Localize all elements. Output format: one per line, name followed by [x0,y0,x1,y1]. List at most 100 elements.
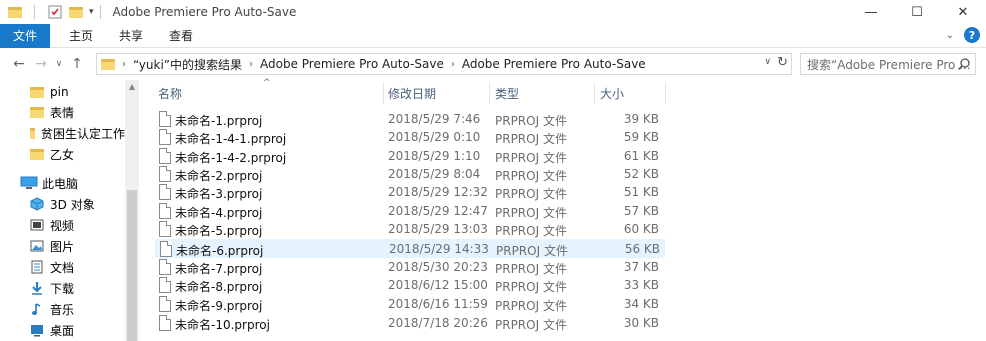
breadcrumb-folder-2[interactable]: Adobe Premiere Pro Auto-Save [462,57,646,71]
column-divider[interactable] [489,82,490,104]
search-placeholder: 搜索“Adobe Premiere Pro ... [807,57,971,72]
file-name: 未命名-8.prproj [175,280,263,294]
tab-view[interactable]: 查看 [156,27,206,44]
chevron-right-icon[interactable]: › [451,59,455,70]
sort-ascending-icon: ^ [263,78,271,88]
file-icon [159,166,171,182]
folder-icon [30,148,44,160]
nav-label: 图片 [50,239,75,254]
column-header-type[interactable]: 类型 [495,84,519,102]
file-date: 2018/5/30 20:23 [388,260,488,274]
file-row[interactable]: 未命名-8.prproj 2018/6/12 15:00 PRPROJ 文件 3… [155,276,665,295]
file-row[interactable]: 未命名-1-4-2.prproj 2018/5/29 1:10 PRPROJ 文… [155,147,665,166]
file-size: 37 KB [623,260,659,274]
file-row[interactable]: 未命名-5.prproj 2018/5/29 13:03 PRPROJ 文件 6… [155,220,665,239]
file-date: 2018/5/29 12:47 [388,204,488,218]
chevron-right-icon[interactable]: › [122,59,126,70]
file-row[interactable]: 未命名-4.prproj 2018/5/29 12:47 PRPROJ 文件 5… [155,202,665,221]
chevron-right-icon[interactable]: › [249,59,253,70]
column-divider[interactable] [665,82,666,104]
file-row[interactable]: 未命名-3.prproj 2018/5/29 12:32 PRPROJ 文件 5… [155,183,665,202]
nav-scrollbar[interactable]: ▲ [125,80,139,341]
divider [99,5,101,19]
column-divider[interactable] [383,82,384,104]
customize-toolbar-icon[interactable]: ▾ [89,7,94,17]
desktop-icon [31,325,43,337]
minimize-button[interactable]: — [848,0,894,24]
column-divider[interactable] [594,82,595,104]
breadcrumb-folder-1[interactable]: Adobe Premiere Pro Auto-Save [260,57,444,71]
file-date: 2018/6/12 15:00 [388,278,488,292]
maximize-button[interactable]: ☐ [894,0,940,24]
file-size: 33 KB [623,278,659,292]
ribbon-right: ⌄ ? [946,27,980,43]
file-row[interactable]: 未命名-2.prproj 2018/5/29 8:04 PRPROJ 文件 52… [155,165,665,184]
file-size: 56 KB [624,242,660,256]
file-type: PRPROJ 文件 [495,169,567,183]
up-arrow-icon[interactable]: ↑ [66,53,88,75]
file-date: 2018/5/29 13:03 [388,222,488,236]
file-name: 未命名-4.prproj [175,206,263,220]
breadcrumb-search-results[interactable]: “yuki”中的搜索结果 [133,56,242,73]
close-button[interactable]: ✕ [940,0,986,24]
file-type: PRPROJ 文件 [495,151,567,165]
back-arrow-icon[interactable]: ← [8,53,30,75]
tab-home[interactable]: 主页 [56,27,106,44]
file-name: 未命名-9.prproj [175,299,263,313]
search-input[interactable]: 搜索“Adobe Premiere Pro ... [800,53,976,75]
nav-item-poverty-students[interactable]: 贫困生认定工作 [30,123,125,143]
file-date: 2018/5/29 12:32 [388,185,488,199]
file-size: 57 KB [623,204,659,218]
tab-file[interactable]: 文件 [0,23,50,48]
properties-icon[interactable] [47,5,63,19]
file-date: 2018/7/18 20:26 [388,316,488,330]
expand-ribbon-icon[interactable]: ⌄ [946,30,954,41]
file-row[interactable]: 未命名-7.prproj 2018/5/30 20:23 PRPROJ 文件 3… [155,258,665,277]
help-icon[interactable]: ? [964,27,980,43]
file-icon [159,148,171,164]
file-name: 未命名-5.prproj [175,224,263,238]
folder-icon [101,58,115,70]
address-bar[interactable]: › “yuki”中的搜索结果 › Adobe Premiere Pro Auto… [96,53,792,75]
file-icon [159,296,171,312]
scroll-up-icon[interactable]: ▲ [125,82,139,91]
forward-arrow-icon[interactable]: → [30,53,52,75]
recent-dropdown-icon[interactable]: ∨ [52,53,66,75]
file-type: PRPROJ 文件 [495,280,567,294]
file-row-selected[interactable]: 未命名-6.prproj 2018/5/29 14:33 PRPROJ 文件 5… [155,239,665,258]
chevron-down-icon[interactable]: ∨ [764,57,771,67]
ribbon-tabs: 文件 主页 共享 查看 ⌄ ? [0,23,986,48]
file-icon [159,259,171,275]
file-icon [159,203,171,219]
file-icon [159,184,171,200]
nav-label: 视频 [50,218,75,233]
refresh-icon[interactable]: ↻ [777,55,788,70]
nav-label: 下载 [50,281,75,296]
search-icon[interactable] [957,57,971,71]
file-date: 2018/5/29 1:10 [388,149,481,163]
document-icon [31,260,43,274]
tab-share[interactable]: 共享 [106,27,156,44]
file-name: 未命名-1-4-1.prproj [175,132,287,146]
file-row[interactable]: 未命名-10.prproj 2018/7/18 20:26 PRPROJ 文件 … [155,314,665,333]
file-date: 2018/5/29 7:46 [388,112,481,126]
file-row[interactable]: 未命名-1-4-1.prproj 2018/5/29 0:10 PRPROJ 文… [155,128,665,147]
new-folder-icon[interactable] [69,6,83,18]
column-header-name[interactable]: 名称 [158,84,182,102]
window-controls: — ☐ ✕ [848,0,986,24]
file-icon [159,221,171,237]
file-type: PRPROJ 文件 [495,114,567,128]
file-name: 未命名-7.prproj [175,262,263,276]
file-size: 34 KB [623,297,659,311]
column-header-size[interactable]: 大小 [600,84,624,102]
file-row[interactable]: 未命名-9.prproj 2018/6/16 11:59 PRPROJ 文件 3… [155,295,665,314]
cube-icon [30,197,44,211]
scrollbar-thumb[interactable] [127,190,137,341]
file-type: PRPROJ 文件 [496,244,568,258]
folder-icon [30,106,44,118]
file-row[interactable]: 未命名-1.prproj 2018/5/29 7:46 PRPROJ 文件 39… [155,110,665,129]
file-size: 60 KB [623,222,659,236]
column-header-date[interactable]: 修改日期 [388,84,436,102]
file-size: 61 KB [623,149,659,163]
nav-label: 表情 [50,105,75,120]
